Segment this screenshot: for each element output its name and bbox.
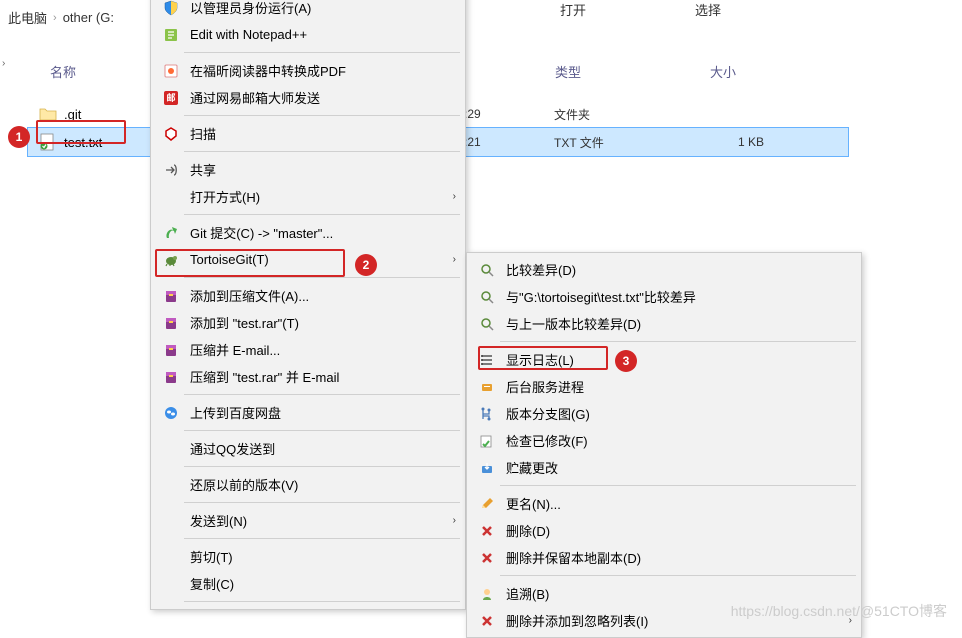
watermark: https://blog.csdn.net/@51CTO博客 [731,601,947,621]
menu-item-check[interactable]: 检查已修改(F) [470,427,858,454]
rar-icon [160,340,182,360]
menu-separator [184,115,460,116]
menu-item-pdf[interactable]: 在福昕阅读器中转换成PDF [154,57,462,84]
annotation-badge-2: 2 [355,254,377,276]
menu-item-baidu[interactable]: 上传到百度网盘 [154,399,462,426]
menu-separator [184,394,460,395]
rar-icon [160,313,182,333]
delete-icon [476,611,498,631]
menu-separator [500,485,856,486]
tree-chevron-icon[interactable]: › [2,58,5,69]
blame-icon [476,584,498,604]
magnifier-icon [476,287,498,307]
menu-item-diff-prev[interactable]: 与上一版本比较差异(D) [470,310,858,337]
menu-item-git-commit[interactable]: Git 提交(C) -> "master"... [154,219,462,246]
git-commit-icon [160,223,182,243]
magnifier-icon [476,314,498,334]
branch-icon [476,404,498,424]
menu-item-cut[interactable]: 剪切(T) [154,543,462,570]
baidu-icon [160,403,182,423]
menu-separator [184,277,460,278]
menu-item-rename[interactable]: 更名(N)... [470,490,858,517]
menu-separator [500,341,856,342]
menu-item-branch[interactable]: 版本分支图(G) [470,400,858,427]
chevron-right-icon: › [453,254,456,265]
file-date: :21 [464,135,554,149]
menu-separator [184,52,460,53]
menu-item-share[interactable]: 共享 [154,156,462,183]
menu-item-qq[interactable]: 通过QQ发送到 [154,435,462,462]
menu-item-compress-email[interactable]: 压缩并 E-mail... [154,336,462,363]
rar-icon [160,367,182,387]
menu-item-admin[interactable]: 以管理员身份运行(A) [154,0,462,21]
file-date: :29 [464,107,554,121]
menu-separator [500,575,856,576]
rename-icon [476,494,498,514]
menu-separator [184,151,460,152]
menu-item-openwith[interactable]: 打开方式(H) › [154,183,462,210]
menu-separator [184,601,460,602]
menu-item-daemon[interactable]: 后台服务进程 [470,373,858,400]
pdf-icon [160,61,182,81]
menu-item-compress-to-email[interactable]: 压缩到 "test.rar" 并 E-mail [154,363,462,390]
chevron-right-icon: › [53,12,57,24]
column-header-size[interactable]: 大小 [710,62,736,81]
highlight-box-2 [155,249,345,277]
menu-separator [184,538,460,539]
menu-separator [184,466,460,467]
menu-item-diff-with[interactable]: 与"G:\tortoisegit\test.txt"比较差异 [470,283,858,310]
file-type: 文件夹 [554,106,704,123]
menu-separator [184,430,460,431]
file-type: TXT 文件 [554,134,704,151]
shield-icon [160,0,182,18]
delete-icon [476,521,498,541]
menu-item-compress-to[interactable]: 添加到 "test.rar"(T) [154,309,462,336]
column-header-type[interactable]: 类型 [555,62,581,81]
file-size: 1 KB [704,135,784,149]
delete-icon [476,548,498,568]
rar-icon [160,286,182,306]
mcafee-icon [160,124,182,144]
menu-item-scan[interactable]: 扫描 [154,120,462,147]
annotation-badge-3: 3 [615,350,637,372]
header-select: 选择 [695,0,721,19]
highlight-box-1 [36,120,126,144]
check-icon [476,431,498,451]
highlight-box-3 [478,346,608,370]
share-icon [160,160,182,180]
menu-item-delete-keep[interactable]: 删除并保留本地副本(D) [470,544,858,571]
context-menu-tortoisegit: 比较差异(D) 与"G:\tortoisegit\test.txt"比较差异 与… [466,252,862,638]
breadcrumb-item[interactable]: other (G: [63,10,114,25]
menu-item-diff[interactable]: 比较差异(D) [470,256,858,283]
daemon-icon [476,377,498,397]
menu-item-sendto[interactable]: 发送到(N) › [154,507,462,534]
breadcrumb[interactable]: 此电脑 › other (G: [8,8,114,27]
chevron-right-icon: › [453,515,456,526]
menu-item-mail[interactable]: 邮 通过网易邮箱大师发送 [154,84,462,111]
chevron-right-icon: › [453,191,456,202]
menu-item-compress[interactable]: 添加到压缩文件(A)... [154,282,462,309]
mail-icon: 邮 [160,88,182,108]
svg-text:邮: 邮 [166,92,175,103]
menu-item-delete[interactable]: 删除(D) [470,517,858,544]
menu-item-copy[interactable]: 复制(C) [154,570,462,597]
magnifier-icon [476,260,498,280]
column-header-name[interactable]: 名称 [50,62,76,81]
menu-separator [184,502,460,503]
menu-item-notepad[interactable]: Edit with Notepad++ [154,21,462,48]
menu-item-restore[interactable]: 还原以前的版本(V) [154,471,462,498]
breadcrumb-item[interactable]: 此电脑 [8,8,47,27]
notepad-icon [160,25,182,45]
menu-separator [184,214,460,215]
stash-icon [476,458,498,478]
context-menu-main: 以管理员身份运行(A) Edit with Notepad++ 在福昕阅读器中转… [150,0,466,610]
menu-item-stash[interactable]: 贮藏更改 [470,454,858,481]
header-open: 打开 [560,0,586,19]
annotation-badge-1: 1 [8,126,30,148]
